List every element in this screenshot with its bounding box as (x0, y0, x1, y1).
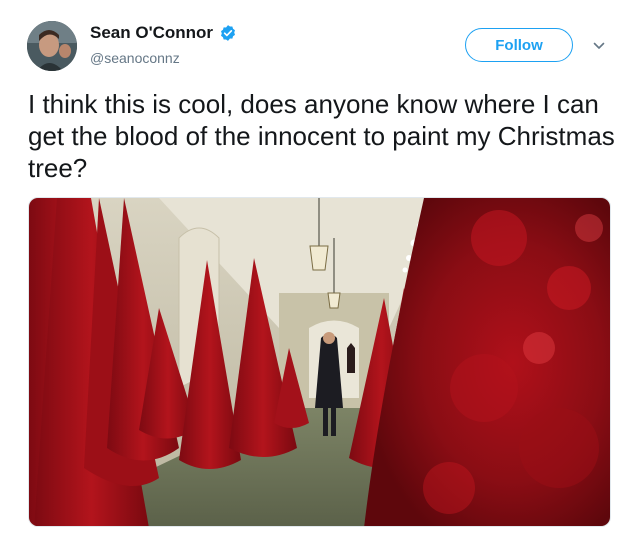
verified-badge-icon (221, 25, 236, 41)
tweet-photo[interactable] (28, 197, 611, 527)
tweet-card: Sean O'Connor @seanoconnz Follow I think… (0, 0, 635, 540)
display-name[interactable]: Sean O'Connor (90, 23, 213, 43)
chevron-down-icon[interactable] (592, 39, 606, 53)
photo-red-christmas-trees-hallway-icon (29, 198, 610, 526)
author-row: Sean O'Connor (90, 23, 237, 43)
user-avatar[interactable] (27, 21, 77, 71)
follow-button[interactable]: Follow (465, 28, 573, 62)
user-handle[interactable]: @seanoconnz (90, 50, 180, 66)
tweet-text: I think this is cool, does anyone know w… (28, 89, 615, 183)
